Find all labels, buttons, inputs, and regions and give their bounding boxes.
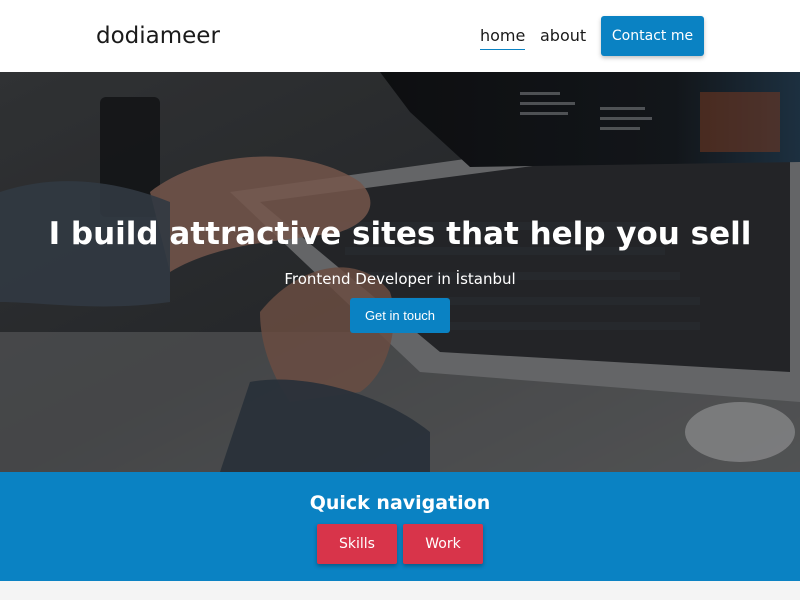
- hero-subtitle: Frontend Developer in İstanbul: [284, 270, 516, 288]
- nav-home-link[interactable]: home: [480, 24, 526, 50]
- contact-me-button[interactable]: Contact me: [601, 16, 704, 56]
- work-button[interactable]: Work: [403, 524, 483, 564]
- hero-section: I build attractive sites that help you s…: [0, 72, 800, 472]
- quick-navigation-title: Quick navigation: [309, 492, 491, 514]
- site-header: dodiameer home about Contact me: [0, 0, 800, 72]
- skills-button[interactable]: Skills: [317, 524, 397, 564]
- brand-logo[interactable]: dodiameer: [96, 20, 220, 52]
- get-in-touch-button[interactable]: Get in touch: [350, 298, 450, 333]
- page-content-area: [0, 581, 800, 600]
- hero-title: I build attractive sites that help you s…: [48, 216, 752, 252]
- nav-about-link[interactable]: about: [540, 24, 586, 48]
- quick-navigation-section: Quick navigation Skills Work: [0, 472, 800, 581]
